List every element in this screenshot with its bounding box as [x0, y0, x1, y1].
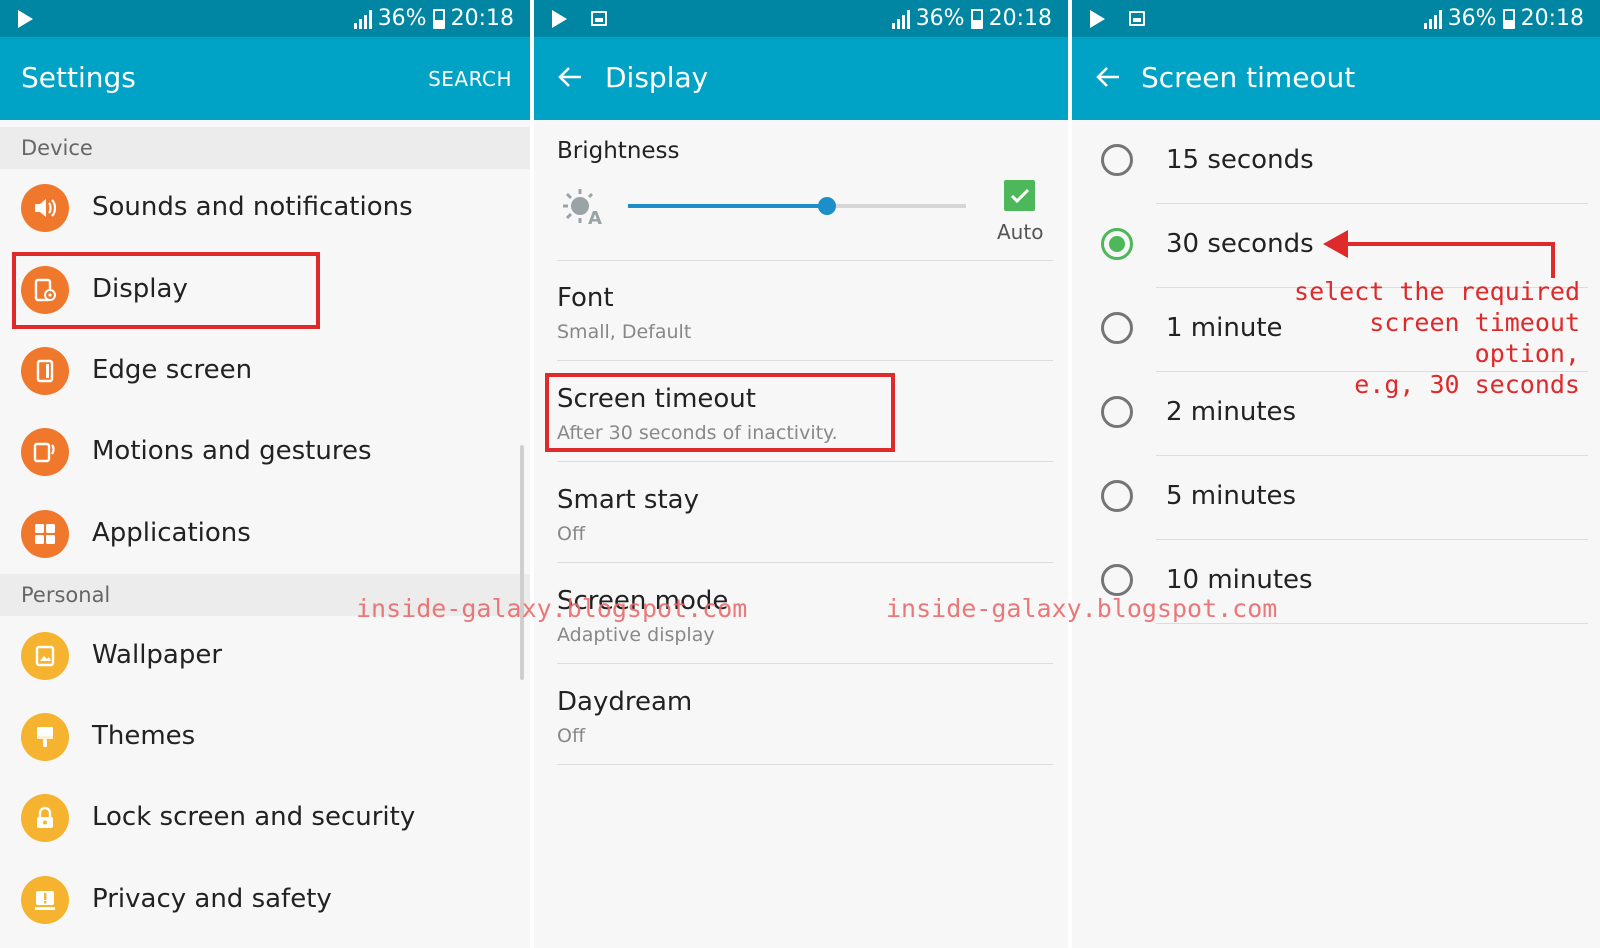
speaker-icon: [21, 184, 69, 232]
status-bar: 36% 20:18: [534, 0, 1068, 37]
settings-item-label: Edge screen: [92, 355, 253, 385]
edge-screen-icon: [21, 347, 69, 395]
option-label: 15 seconds: [1166, 145, 1314, 175]
signal-icon: [891, 9, 910, 29]
lock-icon: [21, 794, 69, 842]
auto-label: Auto: [997, 220, 1044, 244]
settings-item-sounds[interactable]: Sounds and notifications: [0, 168, 530, 248]
setting-subtitle: Off: [557, 725, 586, 747]
timeout-option-15-seconds[interactable]: 15 seconds: [1072, 120, 1600, 203]
settings-item-wallpaper[interactable]: Wallpaper: [0, 616, 530, 696]
motion-icon: [21, 428, 69, 476]
signal-icon: [353, 9, 372, 29]
annotation-arrow-icon: [1323, 230, 1555, 278]
battery-percent: 36%: [915, 6, 965, 31]
status-bar: 36% 20:18: [1072, 0, 1600, 37]
app-bar: Settings SEARCH: [0, 37, 530, 120]
radio-button[interactable]: [1101, 396, 1133, 428]
themes-icon: [21, 713, 69, 761]
display-item-daydream[interactable]: Daydream Off: [557, 665, 1053, 765]
app-bar: Screen timeout: [1072, 37, 1600, 120]
annotation-text: select the required screen timeout optio…: [1294, 277, 1580, 399]
setting-subtitle: Adaptive display: [557, 624, 715, 646]
clock: 20:18: [988, 6, 1052, 31]
screen-timeout-screen: 36% 20:18 Screen timeout 15 seconds 30 s…: [1072, 0, 1600, 948]
settings-item-lock-screen[interactable]: Lock screen and security: [0, 778, 530, 858]
battery-percent: 36%: [1447, 6, 1497, 31]
option-label: 30 seconds: [1166, 229, 1314, 259]
search-button[interactable]: SEARCH: [428, 67, 512, 91]
highlight-screen-timeout: [545, 373, 895, 452]
battery-icon: [432, 9, 445, 29]
settings-item-motions[interactable]: Motions and gestures: [0, 412, 530, 492]
settings-item-applications[interactable]: Applications: [0, 494, 530, 574]
privacy-icon: [21, 876, 69, 924]
section-header-device: Device: [0, 127, 530, 169]
clock: 20:18: [450, 6, 514, 31]
timeout-option-5-minutes[interactable]: 5 minutes: [1072, 456, 1600, 539]
page-title: Settings: [21, 61, 136, 94]
image-notification-icon: [1129, 11, 1145, 26]
settings-item-edge-screen[interactable]: Edge screen: [0, 331, 530, 411]
back-arrow-icon[interactable]: [556, 63, 584, 91]
radio-button[interactable]: [1101, 312, 1133, 344]
image-notification-icon: [591, 11, 607, 26]
app-bar: Display: [534, 37, 1068, 120]
settings-item-label: Motions and gestures: [92, 436, 372, 466]
settings-item-label: Themes: [92, 721, 196, 751]
signal-icon: [1423, 9, 1442, 29]
brightness-label: Brightness: [557, 138, 680, 164]
back-arrow-icon[interactable]: [1094, 63, 1122, 91]
auto-brightness-icon: A: [563, 189, 602, 226]
svg-text:A: A: [588, 208, 602, 226]
play-icon: [1090, 10, 1105, 28]
radio-button[interactable]: [1101, 144, 1133, 176]
brightness-fill: [628, 204, 828, 208]
battery-icon: [970, 9, 983, 29]
settings-item-label: Lock screen and security: [92, 802, 416, 832]
watermark: inside-galaxy.blogspot.com: [356, 594, 748, 623]
battery-icon: [1502, 9, 1515, 29]
radio-button-selected[interactable]: [1101, 228, 1133, 260]
check-icon: [1010, 188, 1029, 203]
brightness-slider[interactable]: [628, 197, 966, 215]
setting-subtitle: Small, Default: [557, 321, 692, 343]
setting-title: Daydream: [557, 687, 693, 717]
settings-item-label: Applications: [92, 518, 251, 548]
page-title: Screen timeout: [1141, 61, 1356, 94]
auto-brightness-checkbox[interactable]: [1004, 180, 1035, 211]
radio-button[interactable]: [1101, 480, 1133, 512]
status-bar: 36% 20:18: [0, 0, 530, 37]
highlight-display: [12, 252, 320, 329]
play-icon: [552, 10, 567, 28]
display-screen: 36% 20:18 Display Brightness A Auto Font…: [534, 0, 1068, 948]
settings-item-label: Sounds and notifications: [92, 192, 413, 222]
screenshot-collage: 36% 20:18 Settings SEARCH Device Sounds …: [0, 0, 1600, 948]
radio-button[interactable]: [1101, 564, 1133, 596]
display-item-font[interactable]: Font Small, Default: [557, 261, 1053, 361]
settings-item-label: Wallpaper: [92, 640, 223, 670]
settings-screen: 36% 20:18 Settings SEARCH Device Sounds …: [0, 0, 530, 948]
battery-percent: 36%: [377, 6, 427, 31]
clock: 20:18: [1520, 6, 1584, 31]
setting-title: Font: [557, 283, 614, 313]
watermark: inside-galaxy.blogspot.com: [886, 594, 1278, 623]
option-label: 2 minutes: [1166, 397, 1297, 427]
applications-icon: [21, 510, 69, 558]
wallpaper-icon: [21, 632, 69, 680]
option-label: 10 minutes: [1166, 565, 1313, 595]
settings-item-themes[interactable]: Themes: [0, 697, 530, 777]
scrollbar[interactable]: [520, 445, 524, 680]
settings-item-label: Privacy and safety: [92, 884, 332, 914]
display-item-smart-stay[interactable]: Smart stay Off: [557, 463, 1053, 563]
play-icon: [18, 10, 33, 28]
setting-title: Smart stay: [557, 485, 699, 515]
settings-item-privacy[interactable]: Privacy and safety: [0, 860, 530, 940]
brightness-thumb[interactable]: [818, 197, 837, 215]
page-title: Display: [605, 61, 709, 94]
setting-subtitle: Off: [557, 523, 586, 545]
option-label: 5 minutes: [1166, 481, 1297, 511]
